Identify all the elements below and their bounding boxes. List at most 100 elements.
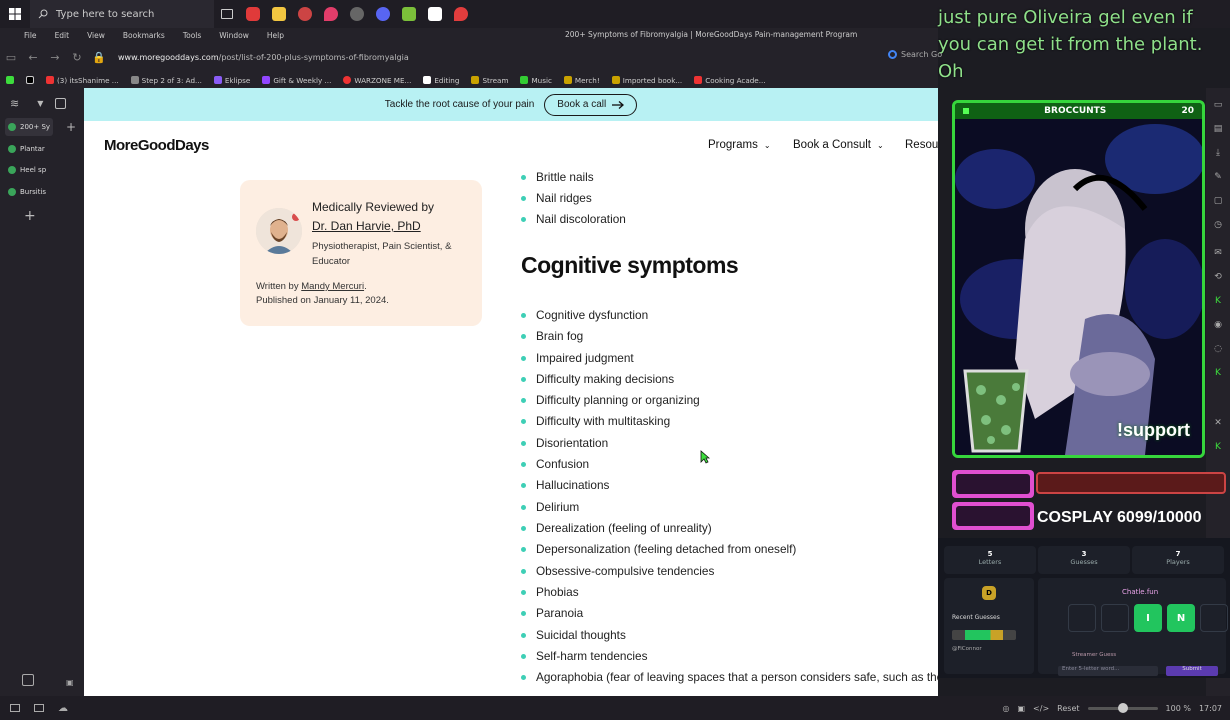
panel-tab-200-symptoms[interactable]: 200+ Sy [5,118,53,136]
recent-guess-user: @FiConnor [952,646,982,652]
bookmark-eklipse[interactable]: Eklipse [208,76,256,85]
app-taskbar-icon-1[interactable] [292,0,318,28]
zoom-reset-button[interactable]: Reset [1057,704,1079,713]
tab-bar-icon[interactable] [55,97,67,109]
page-actions-icon[interactable]: </> [1033,704,1049,713]
task-view-icon[interactable] [214,0,240,28]
notes-taskbar-icon[interactable] [396,0,422,28]
capcut-taskbar-icon[interactable] [422,0,448,28]
bookmark-cooking[interactable]: Cooking Acade... [688,76,771,85]
list-item: Suicidal thoughts [521,628,626,642]
menu-edit[interactable]: Edit [46,31,79,40]
taskbar-search[interactable]: Type here to search [30,0,214,28]
bookmark-music[interactable]: Music [514,76,557,85]
workspace-row: ≋ ▼ [0,92,84,114]
stat-label: Guesses [1070,558,1098,566]
bookmark-x-icon[interactable] [20,76,40,84]
mail-icon[interactable]: ✉ [1212,248,1224,258]
bookmark-editing[interactable]: Editing [417,76,465,85]
panel-toggle-icon[interactable]: ▭ [0,42,22,72]
notes-icon[interactable]: ✎ [1212,172,1224,182]
cloud-icon[interactable]: ☁ [58,703,68,714]
menu-tools[interactable]: Tools [174,31,210,40]
add-tab-icon[interactable]: + [24,208,36,224]
author-link[interactable]: Mandy Mercuri [301,281,364,292]
app-taskbar-icon-2[interactable] [344,0,370,28]
stat-label: Letters [978,558,1002,566]
menu-window[interactable]: Window [210,31,258,40]
panel-tab-plantar[interactable]: Plantar [5,140,53,158]
channel-logo-icon [952,470,1034,530]
map-pin-taskbar-icon[interactable] [318,0,344,28]
nav-programs[interactable]: Programs ⌄ [708,139,771,151]
panel-tab-bursitis[interactable]: Bursitis [5,183,53,201]
reviewer-link[interactable]: Dr. Dan Harvie, PhD [312,219,421,233]
nav-resources[interactable]: Resource [905,139,938,151]
promo-banner: Tackle the root cause of your pain Book … [84,88,938,121]
kick-icon[interactable]: K [1212,296,1224,306]
url-field[interactable]: www.moregooddays.com/post/list-of-200-pl… [118,53,409,62]
map-pin-taskbar-icon-2[interactable] [448,0,474,28]
zoom-slider-thumb[interactable] [1117,702,1128,713]
menu-view[interactable]: View [78,31,114,40]
list-item-text: Obsessive-compulsive tendencies [536,564,715,578]
capture-icon[interactable]: ◎ [1003,704,1010,713]
bookmark-merch[interactable]: Merch! [558,76,606,85]
screen: { "taskbar": { "search_placeholder": "Ty… [0,0,1230,720]
new-tab-icon[interactable]: + [66,120,76,134]
panel-tab-heel-spur[interactable]: Heel sp [5,161,53,179]
recent-guesses-label: Recent Guesses [952,614,1000,621]
padlock-icon[interactable]: ▣ [66,678,74,687]
bookmark-imported[interactable]: Imported book... [606,76,689,85]
list-item: Confusion [521,457,589,471]
zoom-slider[interactable] [1087,702,1158,713]
forward-icon[interactable]: → [44,42,66,72]
book-a-call-button[interactable]: Book a call [544,93,638,116]
history-icon[interactable]: ◷ [1212,220,1224,230]
site-logo[interactable]: MoreGoodDays [104,137,209,154]
vivaldi-taskbar-icon[interactable] [240,0,266,28]
bookmark-step2[interactable]: Step 2 of 3: Ad... [125,76,208,85]
support-command-text: !support [1117,420,1190,440]
bookmark-gift-weekly[interactable]: Gift & Weekly ... [256,76,337,85]
list-item-text: Hallucinations [536,478,610,492]
tile-tabs-icon[interactable] [34,704,44,712]
submit-guess-button[interactable]: Submit [1166,666,1218,676]
panel-toggle-icon[interactable] [10,704,20,712]
bookmark-label: Step 2 of 3: Ad... [141,75,202,85]
bookmark-label: (3) itsShanime ... [57,75,119,85]
kick-icon-2[interactable]: K [1212,368,1224,378]
images-toggle-icon[interactable]: ▣ [1017,704,1025,713]
translate-icon[interactable]: ◌ [1212,344,1224,354]
bookmark-warzone[interactable]: WARZONE ME... [337,76,417,85]
stream-caption: just pure Oliveira gel even if you can g… [938,7,1203,82]
chevron-down-icon[interactable]: ▼ [37,99,43,108]
bookmark-label: Stream [482,75,509,85]
menu-help[interactable]: Help [258,31,293,40]
bookmark-itsshanime[interactable]: (3) itsShanime ... [40,76,125,85]
reading-list-icon[interactable]: ▤ [1212,124,1224,134]
list-item-text: Nail ridges [536,191,592,205]
download-icon[interactable]: ⤓ [1212,148,1224,158]
x-icon[interactable]: ✕ [1212,418,1224,428]
nav-book-a-consult[interactable]: Book a Consult ⌄ [793,139,884,151]
word-input[interactable]: Enter 5-letter word... [1058,666,1158,676]
panel-icon[interactable]: ▭ [1212,100,1224,110]
windows-start-icon[interactable] [0,0,30,28]
bookmark-kick-icon[interactable] [0,76,20,84]
workspaces-icon[interactable]: ≋ [10,97,19,110]
file-explorer-taskbar-icon[interactable] [266,0,292,28]
panel-settings-icon[interactable] [22,674,34,686]
back-icon[interactable]: ← [22,42,44,72]
taskbar-search-placeholder: Type here to search [56,8,155,20]
web-search-field[interactable]: Search Go [888,50,942,59]
kick-icon-3[interactable]: K [1212,442,1224,452]
web-panel-icon[interactable]: ◉ [1212,320,1224,330]
reload-icon[interactable]: ↻ [66,42,88,72]
menu-file[interactable]: File [0,31,46,40]
bookmark-stream[interactable]: Stream [465,76,514,85]
menu-bookmarks[interactable]: Bookmarks [114,31,174,40]
sync-icon[interactable]: ⟲ [1212,272,1224,282]
app-taskbar-icon-3[interactable] [370,0,396,28]
window-icon[interactable]: ▢ [1212,196,1224,206]
